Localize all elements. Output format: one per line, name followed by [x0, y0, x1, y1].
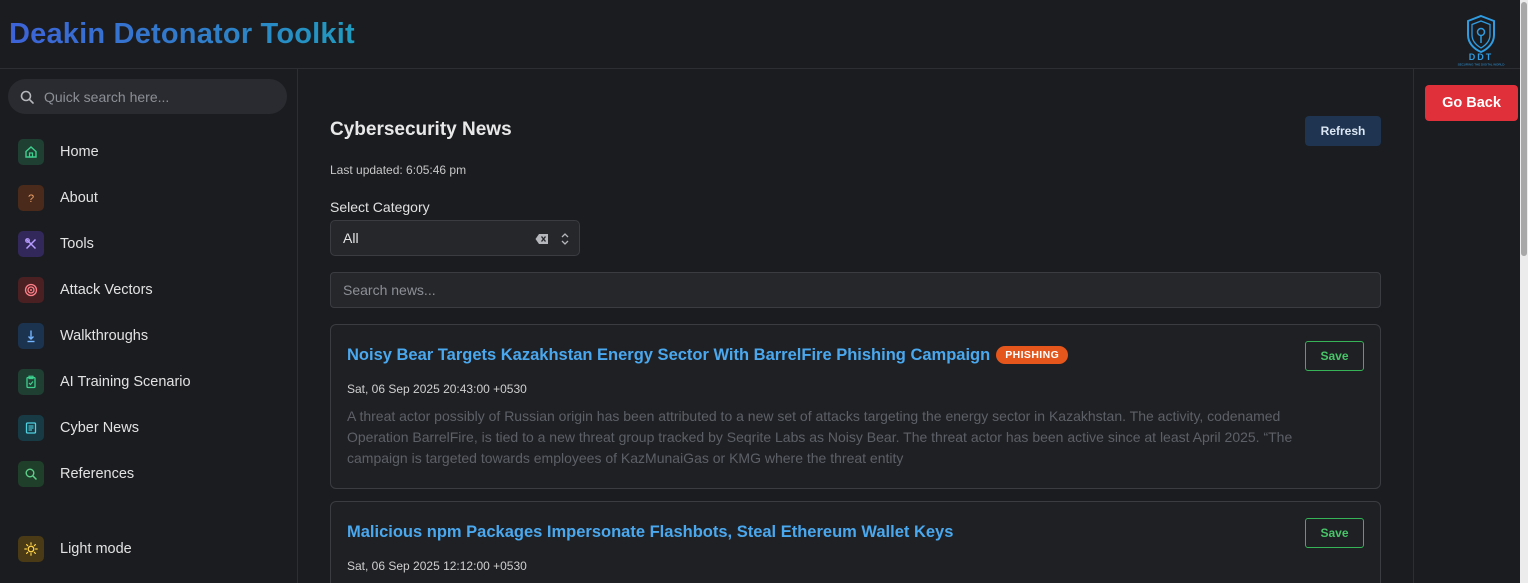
theme-toggle-label: Light mode: [60, 541, 132, 557]
category-select[interactable]: All: [330, 220, 580, 256]
sidebar-item-cyber-news[interactable]: Cyber News: [18, 414, 288, 442]
right-rail: [1413, 69, 1520, 583]
quick-search[interactable]: [8, 79, 287, 114]
news-title-text[interactable]: Malicious npm Packages Impersonate Flash…: [347, 523, 953, 541]
sidebar-item-walkthroughs[interactable]: Walkthroughs: [18, 322, 288, 350]
news-card: Malicious npm Packages Impersonate Flash…: [330, 501, 1381, 583]
clipboard-icon: [18, 369, 44, 395]
sidebar-item-label: Walkthroughs: [60, 328, 149, 344]
search-icon: [20, 90, 34, 104]
app-title: Deakin Detonator Toolkit: [9, 18, 355, 50]
save-button[interactable]: Save: [1305, 341, 1364, 371]
page-title: Cybersecurity News: [330, 119, 512, 140]
sidebar-item-home[interactable]: Home: [18, 138, 288, 166]
sidebar-item-tools[interactable]: Tools: [18, 230, 288, 258]
question-icon: ?: [18, 185, 44, 211]
sidebar-item-label: Tools: [60, 236, 94, 252]
app-header: Deakin Detonator Toolkit DDT SECURING TH…: [0, 0, 1520, 69]
news-date: Sat, 06 Sep 2025 12:12:00 +0530: [347, 559, 527, 573]
news-panel: Cybersecurity News Refresh Last updated:…: [298, 69, 1413, 583]
sidebar-item-label: Attack Vectors: [60, 282, 153, 298]
scrollbar-thumb[interactable]: [1521, 2, 1527, 256]
news-title-link[interactable]: Malicious npm Packages Impersonate Flash…: [347, 523, 953, 542]
sun-icon: [18, 536, 44, 562]
sidebar-item-attack-vectors[interactable]: Attack Vectors: [18, 276, 288, 304]
go-back-button[interactable]: Go Back: [1425, 85, 1518, 121]
home-icon: [18, 139, 44, 165]
category-value: All: [343, 230, 359, 246]
quick-search-input[interactable]: [44, 79, 279, 114]
search-icon: [18, 461, 44, 487]
clear-icon[interactable]: [535, 233, 549, 245]
theme-toggle[interactable]: Light mode: [18, 535, 288, 563]
sidebar-item-label: About: [60, 190, 98, 206]
news-search-input[interactable]: [331, 273, 1380, 307]
last-updated: Last updated: 6:05:46 pm: [330, 163, 467, 177]
svg-text:SECURING THE DIGITAL WORLD: SECURING THE DIGITAL WORLD: [1458, 63, 1506, 67]
news-date: Sat, 06 Sep 2025 20:43:00 +0530: [347, 382, 527, 396]
sidebar-item-references[interactable]: References: [18, 460, 288, 488]
sidebar-item-ai-training-scenario[interactable]: AI Training Scenario: [18, 368, 288, 396]
sidebar-item-label: AI Training Scenario: [60, 374, 191, 390]
sidebar-item-label: Cyber News: [60, 420, 139, 436]
news-title-text[interactable]: Noisy Bear Targets Kazakhstan Energy Sec…: [347, 346, 990, 364]
target-icon: [18, 277, 44, 303]
svg-text:?: ?: [28, 193, 34, 205]
news-icon: [18, 415, 44, 441]
sidebar-item-about[interactable]: ? About: [18, 184, 288, 212]
sidebar: Home ? About Tools Attack Vectors Walkth…: [0, 69, 298, 583]
arrow-down-icon: [18, 323, 44, 349]
news-search[interactable]: [330, 272, 1381, 308]
refresh-button[interactable]: Refresh: [1305, 116, 1381, 146]
news-description: A threat actor possibly of Russian origi…: [347, 408, 1293, 466]
sidebar-item-label: Home: [60, 144, 99, 160]
news-title-link[interactable]: Noisy Bear Targets Kazakhstan Energy Sec…: [347, 346, 1069, 365]
sidebar-item-label: References: [60, 466, 135, 482]
category-badge: PHISHING: [996, 346, 1069, 364]
news-card: Noisy Bear Targets Kazakhstan Energy Sec…: [330, 324, 1381, 489]
ddt-shield-logo[interactable]: DDT SECURING THE DIGITAL WORLD: [1450, 13, 1512, 67]
svg-text:DDT: DDT: [1469, 52, 1494, 62]
category-label: Select Category: [330, 199, 430, 215]
chevron-updown-icon: [561, 233, 569, 245]
save-button[interactable]: Save: [1305, 518, 1364, 548]
tools-icon: [18, 231, 44, 257]
